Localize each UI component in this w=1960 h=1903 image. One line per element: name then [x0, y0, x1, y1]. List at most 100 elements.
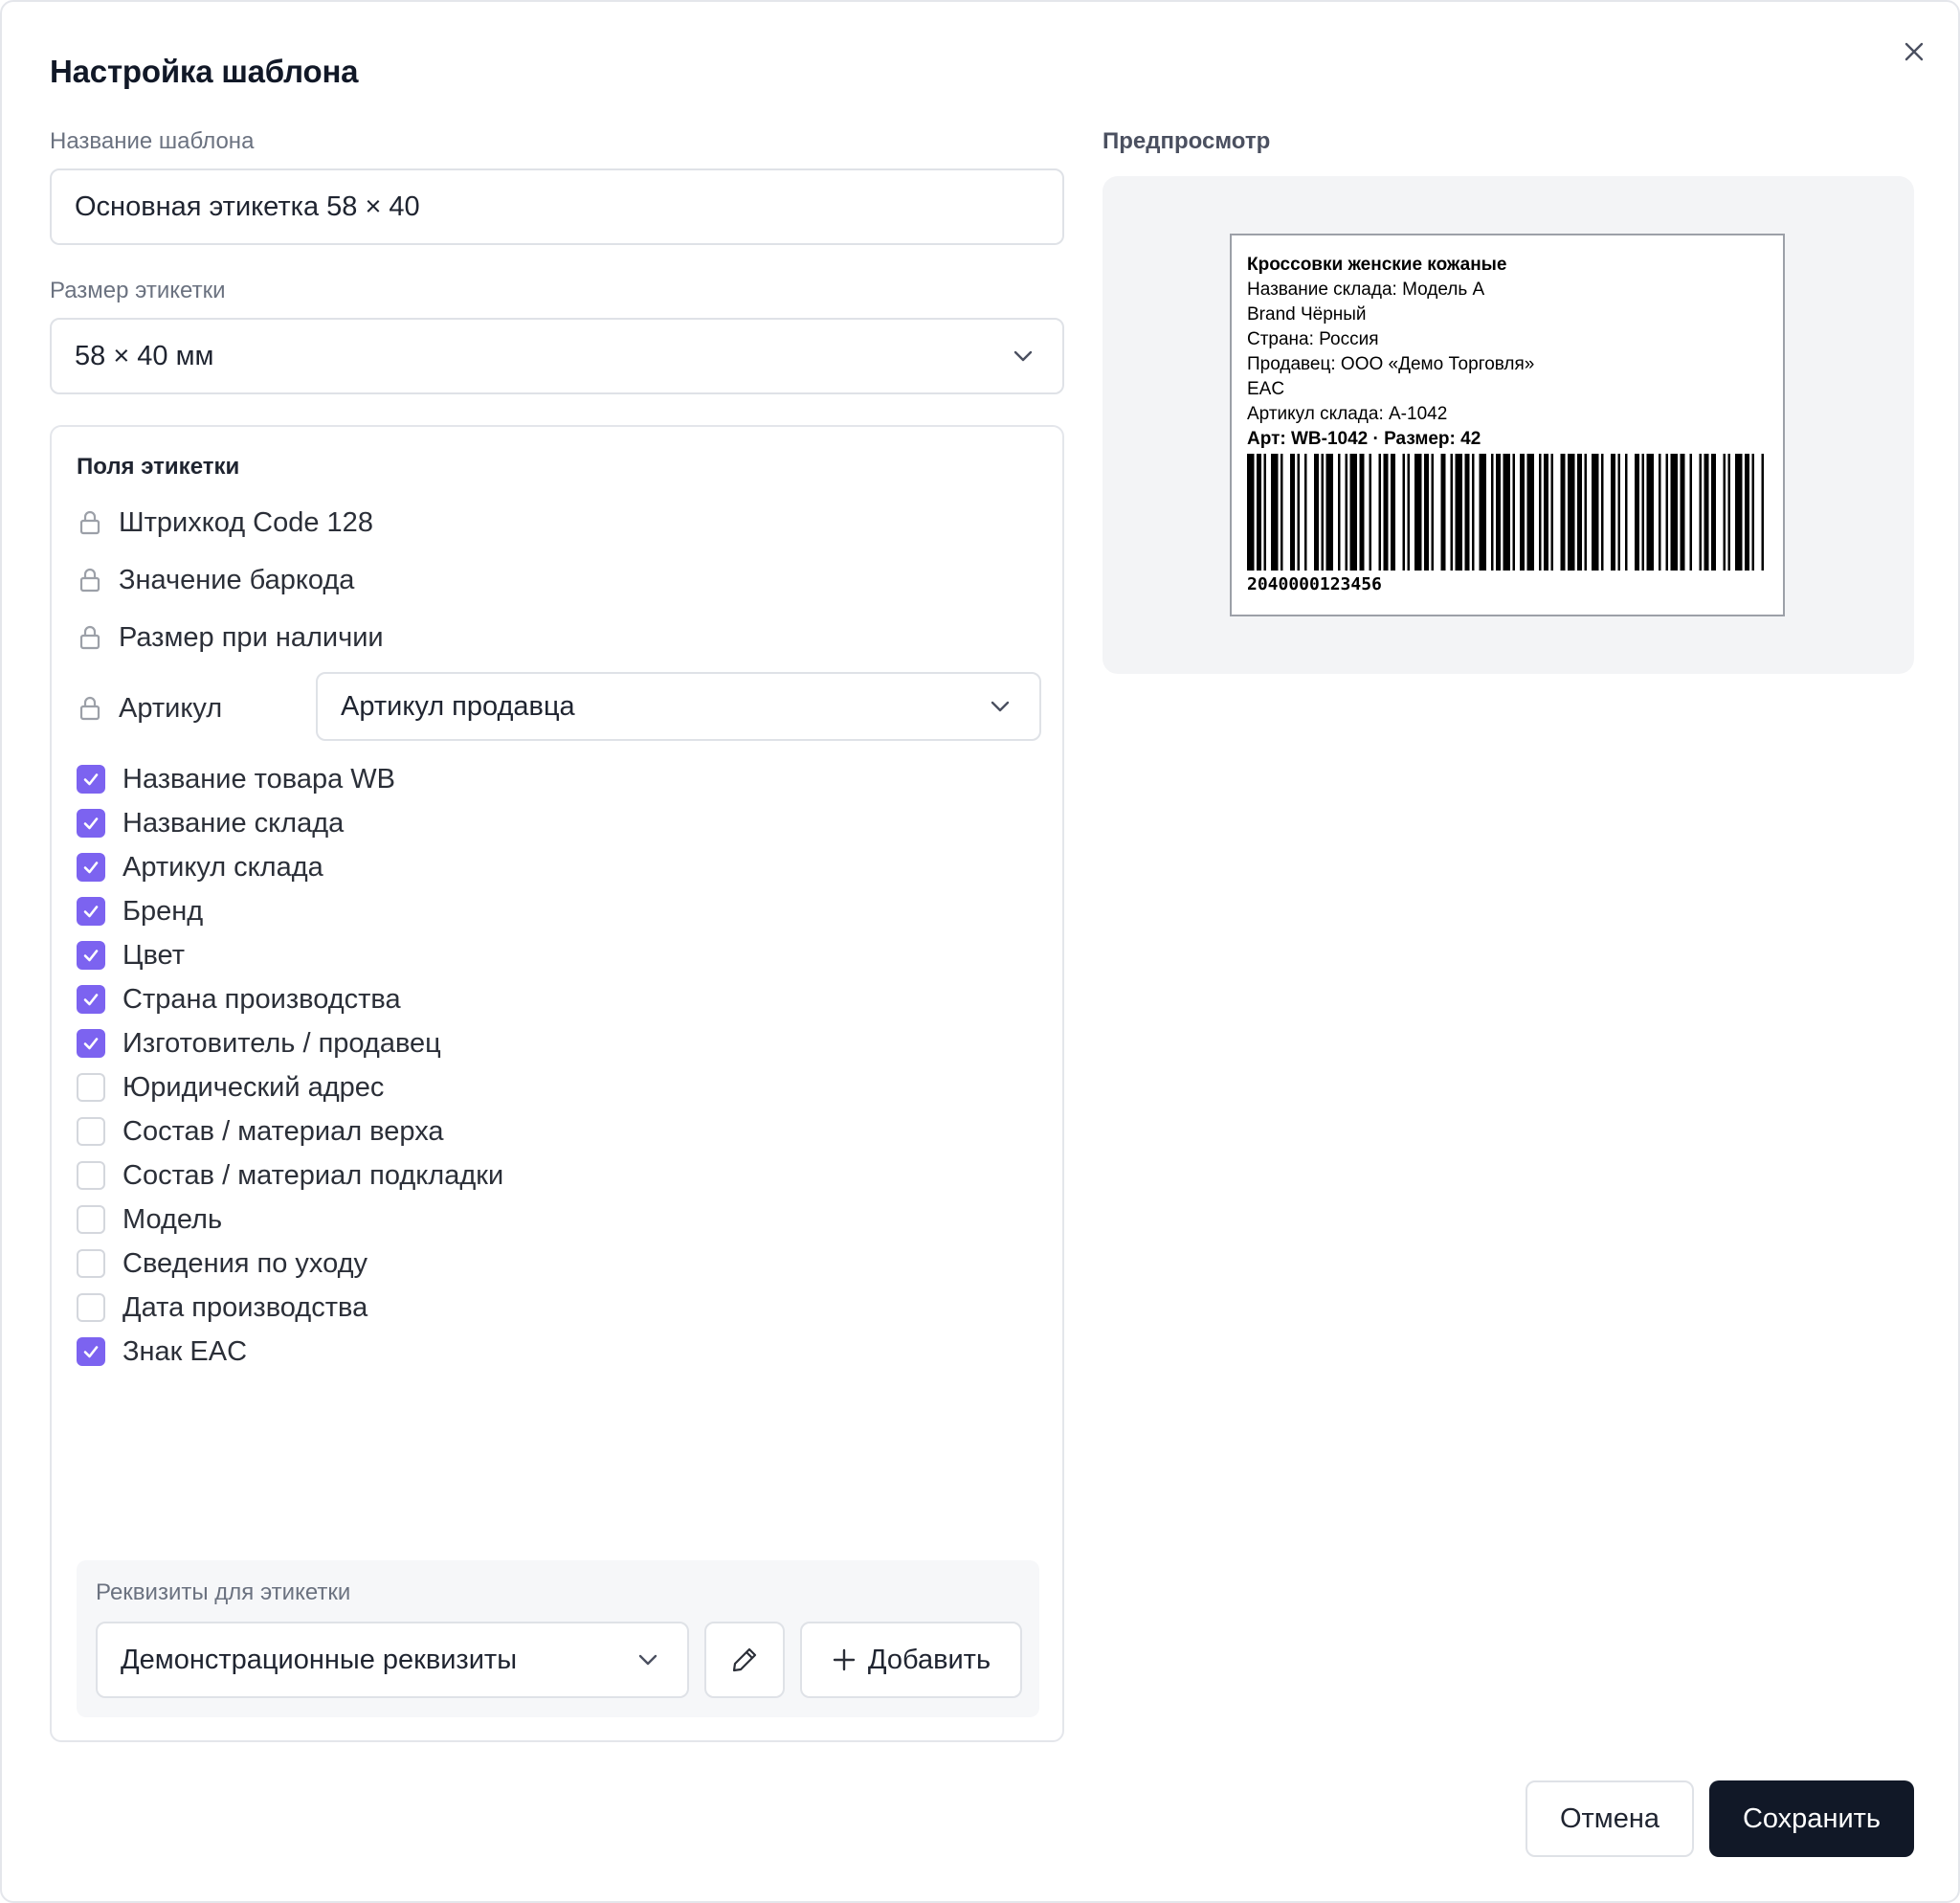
field-checkbox-row[interactable]: Название товара WB [77, 760, 395, 798]
barcode-bar [1641, 454, 1644, 571]
checkbox-unchecked[interactable] [77, 1205, 105, 1234]
barcode-bar [1479, 454, 1486, 571]
field-checkbox-row[interactable]: Цвет [77, 936, 185, 974]
chevron-down-icon [986, 692, 1014, 721]
preview-text-line: Продавец: ООО «Демо Торговля» [1247, 354, 1535, 374]
barcode-bar [1761, 454, 1764, 571]
barcode-bar [1247, 454, 1255, 571]
field-checkbox-row[interactable]: Знак EAC [77, 1332, 247, 1371]
field-checkbox-row[interactable]: Изготовитель / продавец [77, 1024, 441, 1063]
barcode-bar [1383, 454, 1389, 571]
checkbox-checked[interactable] [77, 985, 105, 1014]
template-name-value: Основная этикетка 58 × 40 [75, 190, 420, 222]
barcode-bar [1670, 454, 1678, 571]
barcode-bar [1450, 454, 1453, 571]
field-checkbox-label: Изготовитель / продавец [122, 1027, 441, 1059]
field-checkbox-label: Цвет [122, 939, 185, 971]
field-checkbox-label: Состав / материал верха [122, 1115, 444, 1147]
checkbox-checked[interactable] [77, 765, 105, 794]
field-checkbox-row[interactable]: Состав / материал подкладки [77, 1156, 503, 1195]
checkmark-icon [83, 1038, 99, 1050]
barcode-bar [1751, 454, 1754, 571]
barcode-bar [1699, 454, 1702, 571]
barcode-image [1247, 454, 1764, 571]
preview-text-line: Кроссовки женские кожаные [1247, 255, 1507, 275]
barcode-bar [1646, 454, 1654, 571]
lock-icon [77, 623, 103, 652]
field-checkbox-row[interactable]: Сведения по уходу [77, 1244, 368, 1283]
field-checkbox-row[interactable]: Юридический адрес [77, 1068, 384, 1107]
checkbox-unchecked[interactable] [77, 1117, 105, 1146]
barcode-bar [1503, 454, 1510, 571]
field-checkbox-row[interactable]: Состав / материал верха [77, 1112, 444, 1151]
add-requisites-button[interactable]: Добавить [800, 1622, 1022, 1698]
barcode-bar [1472, 454, 1475, 571]
checkbox-checked[interactable] [77, 897, 105, 926]
requisites-panel: Реквизиты для этикетки Демонстрационные … [77, 1560, 1039, 1717]
requisites-label: Реквизиты для этикетки [96, 1579, 351, 1605]
barcode-bar [1321, 454, 1324, 571]
cancel-button[interactable]: Отмена [1526, 1780, 1694, 1857]
barcode-bar [1659, 454, 1661, 571]
save-button[interactable]: Сохранить [1709, 1780, 1914, 1857]
close-button[interactable] [1893, 31, 1935, 73]
locked-field-row: Значение баркода [77, 561, 354, 599]
checkbox-unchecked[interactable] [77, 1293, 105, 1322]
checkmark-icon [83, 950, 99, 962]
field-checkbox-label: Состав / материал подкладки [122, 1159, 504, 1191]
barcode-bar [1680, 454, 1685, 571]
barcode-bar [1257, 454, 1261, 571]
barcode-bar [1723, 454, 1726, 571]
barcode-bar [1314, 454, 1319, 571]
field-checkbox-row[interactable]: Модель [77, 1200, 222, 1239]
barcode-bar [1281, 454, 1283, 571]
checkbox-unchecked[interactable] [77, 1161, 105, 1190]
checkbox-checked[interactable] [77, 941, 105, 970]
field-checkbox-label: Знак EAC [122, 1335, 248, 1367]
barcode-bar [1635, 454, 1639, 571]
field-checkbox-row[interactable]: Дата производства [77, 1288, 368, 1327]
locked-field-row: Штрихкод Code 128 [77, 504, 373, 542]
barcode-bar [1290, 454, 1295, 571]
field-checkbox-label: Название товара WB [122, 763, 395, 795]
barcode-bar [1271, 454, 1279, 571]
barcode-bar [1689, 454, 1692, 571]
barcode-bar [1402, 454, 1405, 571]
field-checkbox-label: Страна производства [122, 983, 401, 1015]
preview-label: Предпросмотр [1102, 128, 1271, 154]
template-name-input[interactable]: Основная этикетка 58 × 40 [50, 168, 1064, 245]
checkbox-checked[interactable] [77, 1029, 105, 1058]
barcode-bar [1378, 454, 1381, 571]
barcode-bar [1704, 454, 1709, 571]
checkbox-checked[interactable] [77, 1337, 105, 1366]
field-checkbox-label: Юридический адрес [122, 1071, 385, 1103]
article-source-select[interactable]: Артикул продавца [316, 672, 1041, 741]
pencil-icon [732, 1647, 757, 1672]
edit-requisites-button[interactable] [704, 1622, 785, 1698]
preview-text-line: Brand Чёрный [1247, 304, 1367, 325]
label-size-select[interactable]: 58 × 40 мм [50, 318, 1064, 394]
checkbox-unchecked[interactable] [77, 1249, 105, 1278]
barcode-bar [1584, 454, 1587, 571]
barcode-bar [1512, 454, 1515, 571]
locked-field-label: Артикул [119, 692, 223, 724]
barcode-bar [1745, 454, 1749, 571]
locked-field-label: Размер при наличии [119, 621, 384, 653]
field-checkbox-row[interactable]: Страна производства [77, 980, 401, 1019]
preview-text-line: Артикул склада: A-1042 [1247, 404, 1448, 424]
requisites-select[interactable]: Демонстрационные реквизиты [96, 1622, 689, 1698]
locked-field-label: Значение баркода [119, 564, 355, 595]
field-checkbox-row[interactable]: Артикул склада [77, 848, 323, 886]
checkbox-checked[interactable] [77, 853, 105, 882]
checkmark-icon [83, 773, 99, 786]
field-checkbox-row[interactable]: Бренд [77, 892, 203, 930]
checkbox-checked[interactable] [77, 809, 105, 838]
checkbox-unchecked[interactable] [77, 1073, 105, 1102]
checkmark-icon [83, 994, 99, 1006]
dialog-title: Настройка шаблона [50, 54, 359, 89]
close-icon [1904, 42, 1924, 61]
chevron-down-icon [634, 1646, 662, 1674]
template-name-label: Название шаблона [50, 128, 255, 154]
field-checkbox-row[interactable]: Название склада [77, 804, 344, 842]
field-checkbox-label: Бренд [122, 895, 204, 927]
